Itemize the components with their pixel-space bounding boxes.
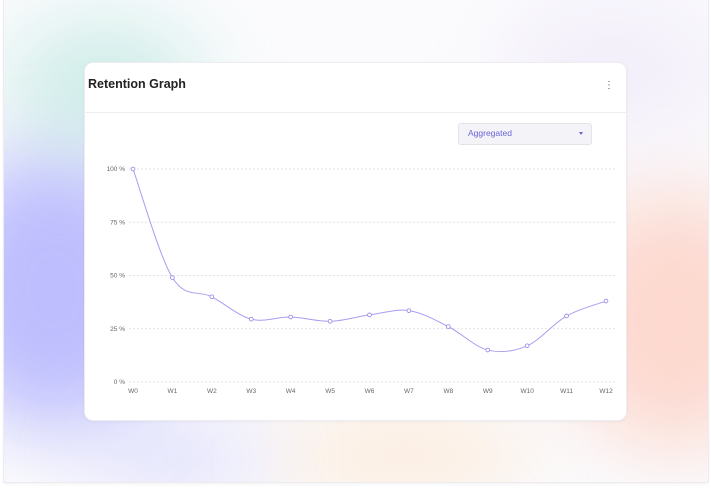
x-tick-label: W10 [520,388,534,395]
x-tick-label: W5 [325,388,335,395]
background-glow [84,420,264,482]
data-point [564,313,569,319]
x-tick-label: W1 [168,388,178,395]
y-tick-label: 0 % [114,379,125,386]
x-tick-label: W9 [483,388,493,395]
retention-card: Retention Graph ⋮ Aggregated 0 % 25 % 50 %… [84,62,627,421]
data-point [327,318,333,324]
data-point [170,275,175,280]
x-tick-label: W0 [128,388,138,395]
x-tick-label: W12 [599,388,613,395]
y-tick-label: 75 % [110,219,125,226]
data-point [406,308,412,313]
x-tick-label: W2 [207,388,217,395]
data-point [130,166,136,172]
data-point [367,312,372,318]
x-tick-label: W4 [286,388,296,395]
data-point [288,314,293,320]
x-tick-label: W11 [560,388,573,395]
x-tick-label: W3 [246,388,256,395]
data-point [603,298,609,304]
data-point [524,343,530,349]
y-tick-label: 25 % [110,326,125,333]
x-tick-label: W7 [404,388,414,395]
y-tick-label: 50 % [110,273,125,280]
y-tick-label: 100 % [107,166,126,173]
x-tick-label: W6 [365,388,375,395]
retention-chart: 0 % 25 % 50 % 75 % 100 % W0 W1 W2 W3 W4 W5 W6 W7 W8 W9… [107,166,615,395]
data-point [209,294,215,300]
x-tick-label: W8 [443,388,453,395]
data-point [485,347,491,353]
app-frame: Retention Graph ⋮ Aggregated 0 % 25 % 50 %… [4,0,708,482]
retention-series-line [132,168,607,353]
data-point [248,316,254,322]
data-point [446,324,451,329]
